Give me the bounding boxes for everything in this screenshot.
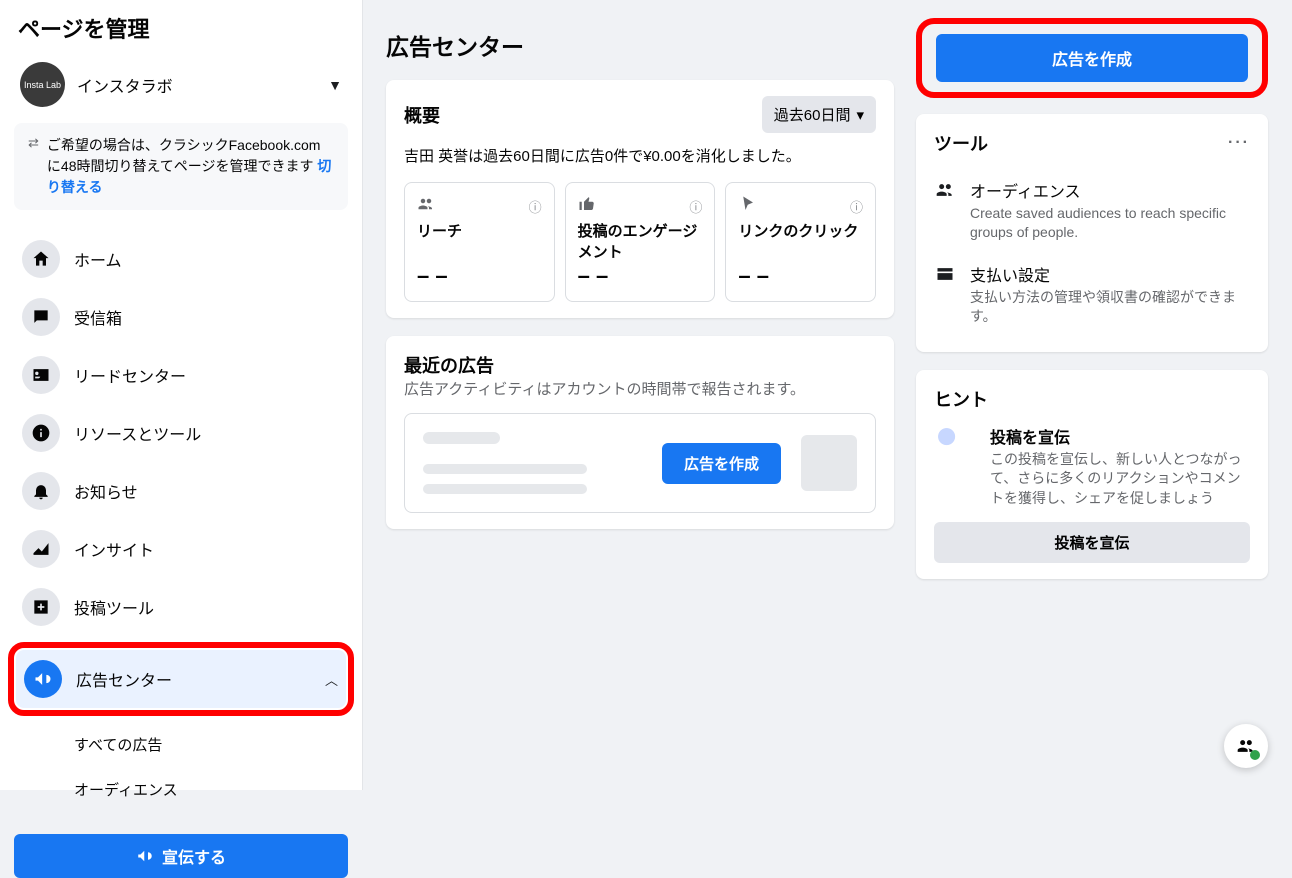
- highlight-ring-create-ad: 広告を作成: [916, 18, 1268, 98]
- sidebar: ページを管理 Insta Lab インスタラボ ▼ ⇄ ご希望の場合は、クラシッ…: [0, 0, 362, 790]
- create-ad-button[interactable]: 広告を作成: [936, 34, 1248, 82]
- promote-button-label: 宣伝する: [162, 844, 226, 868]
- dropdown-caret-icon: ▼: [328, 77, 342, 93]
- adcenter-subnav: すべての広告 オーディエンス: [14, 722, 348, 812]
- metric-label: リンクのクリック: [738, 220, 863, 241]
- sidebar-item-adcenter[interactable]: 広告センター ︿: [16, 650, 346, 708]
- tool-desc: Create saved audiences to reach specific…: [970, 204, 1250, 242]
- sidebar-item-leads[interactable]: リードセンター: [14, 346, 348, 404]
- chevron-down-icon: ▾: [856, 106, 864, 124]
- tools-title: ツール: [934, 130, 988, 156]
- thumbs-up-icon: [578, 195, 596, 218]
- placeholder-line: [423, 464, 587, 474]
- sidebar-item-publishing[interactable]: 投稿ツール: [14, 578, 348, 636]
- metric-label: リーチ: [417, 220, 542, 241]
- sidebar-nav: ホーム 受信箱 リードセンター リソースとツール お知らせ インサイト 投稿ツー…: [14, 230, 348, 722]
- sidebar-item-label: 投稿ツール: [74, 595, 154, 619]
- notice-text: ご希望の場合は、クラシックFacebook.comに48時間切り替えてページを管…: [47, 137, 321, 174]
- sidebar-item-notifications[interactable]: お知らせ: [14, 462, 348, 520]
- tools-card: ツール ··· オーディエンス Create saved audiences t…: [916, 114, 1268, 352]
- sidebar-item-label: インサイト: [74, 537, 154, 561]
- info-icon: [22, 414, 60, 452]
- status-dot: [1250, 750, 1260, 760]
- inbox-icon: [22, 298, 60, 336]
- metric-row: ⓘ リーチ – – ⓘ 投稿のエンゲージメント – – ⓘ: [404, 182, 876, 302]
- bell-icon: [22, 472, 60, 510]
- boost-post-button[interactable]: 投稿を宣伝: [934, 522, 1250, 563]
- sidebar-item-label: 受信箱: [74, 305, 122, 329]
- metric-value: – –: [578, 263, 703, 289]
- main-column: 広告センター 概要 過去60日間 ▾ 吉田 英誉は過去60日間に広告0件で¥0.…: [386, 18, 894, 547]
- info-icon[interactable]: ⓘ: [689, 197, 702, 216]
- sidebar-item-label: 広告センター: [76, 667, 172, 691]
- classic-switch-notice: ⇄ ご希望の場合は、クラシックFacebook.comに48時間切り替えてページ…: [14, 123, 348, 210]
- subnav-all-ads[interactable]: すべての広告: [14, 722, 348, 767]
- id-card-icon: [22, 356, 60, 394]
- sidebar-item-resources[interactable]: リソースとツール: [14, 404, 348, 462]
- info-icon[interactable]: ⓘ: [850, 197, 863, 216]
- date-range-dropdown[interactable]: 過去60日間 ▾: [762, 96, 876, 133]
- chevron-up-icon: ︿: [325, 670, 338, 689]
- credit-card-icon: [934, 262, 956, 326]
- create-ad-button-inline[interactable]: 広告を作成: [662, 443, 781, 484]
- hint-item-desc: この投稿を宣伝し、新しい人とつながって、さらに多くのリアクションやコメントを獲得…: [990, 450, 1250, 509]
- recent-placeholder-row: 広告を作成: [404, 413, 876, 513]
- tool-item-audiences[interactable]: オーディエンス Create saved audiences to reach …: [934, 168, 1250, 252]
- home-icon: [22, 240, 60, 278]
- recent-subtext: 広告アクティビティはアカウントの時間帯で報告されます。: [404, 378, 876, 399]
- placeholder-lines: [423, 432, 642, 494]
- tool-desc: 支払い方法の管理や領収書の確認ができます。: [970, 288, 1250, 326]
- sidebar-item-label: ホーム: [74, 247, 122, 271]
- sidebar-title: ページを管理: [14, 12, 348, 44]
- swap-icon: ⇄: [28, 135, 37, 198]
- hint-item: 投稿を宣伝 この投稿を宣伝し、新しい人とつながって、さらに多くのリアクションやコ…: [934, 424, 1250, 509]
- overview-summary: 吉田 英誉は過去60日間に広告0件で¥0.00を消化しました。: [404, 145, 876, 166]
- main: 広告センター 概要 過去60日間 ▾ 吉田 英誉は過去60日間に広告0件で¥0.…: [362, 0, 1292, 790]
- hint-item-title: 投稿を宣伝: [990, 424, 1250, 448]
- metric-value: – –: [417, 263, 542, 289]
- sidebar-item-label: お知らせ: [74, 479, 138, 503]
- recent-title: 最近の広告: [404, 352, 876, 378]
- metric-value: – –: [738, 263, 863, 289]
- page-name: インスタラボ: [77, 73, 316, 97]
- placeholder-thumbnail: [801, 435, 857, 491]
- placeholder-line: [423, 432, 500, 444]
- page-selector[interactable]: Insta Lab インスタラボ ▼: [14, 58, 348, 111]
- overview-title: 概要: [404, 102, 440, 128]
- megaphone-icon: [24, 660, 62, 698]
- date-range-label: 過去60日間: [774, 104, 851, 125]
- sidebar-item-inbox[interactable]: 受信箱: [14, 288, 348, 346]
- tool-item-payment[interactable]: 支払い設定 支払い方法の管理や領収書の確認ができます。: [934, 252, 1250, 336]
- fab-people[interactable]: [1224, 724, 1268, 768]
- more-options-icon[interactable]: ···: [1228, 134, 1250, 152]
- people-icon: [417, 195, 435, 218]
- chart-icon: [22, 530, 60, 568]
- hint-card: ヒント 投稿を宣伝 この投稿を宣伝し、新しい人とつながって、さらに多くのリアクシ…: [916, 370, 1268, 580]
- sidebar-item-home[interactable]: ホーム: [14, 230, 348, 288]
- placeholder-line: [423, 484, 587, 494]
- metric-engagement[interactable]: ⓘ 投稿のエンゲージメント – –: [565, 182, 716, 302]
- sidebar-item-label: リソースとツール: [74, 421, 201, 445]
- metric-reach[interactable]: ⓘ リーチ – –: [404, 182, 555, 302]
- metric-link-clicks[interactable]: ⓘ リンクのクリック – –: [725, 182, 876, 302]
- promote-button[interactable]: 宣伝する: [14, 834, 348, 878]
- highlight-ring-adcenter: 広告センター ︿: [8, 642, 354, 716]
- right-column: 広告を作成 ツール ··· オーディエンス Create saved audie…: [916, 18, 1268, 597]
- tool-title: 支払い設定: [970, 262, 1250, 286]
- page-avatar: Insta Lab: [20, 62, 65, 107]
- sidebar-item-insights[interactable]: インサイト: [14, 520, 348, 578]
- hint-title: ヒント: [934, 386, 1250, 412]
- tool-title: オーディエンス: [970, 178, 1250, 202]
- sidebar-item-label: リードセンター: [74, 363, 186, 387]
- cursor-icon: [738, 195, 756, 218]
- plus-box-icon: [22, 588, 60, 626]
- megaphone-icon: [136, 847, 154, 865]
- recent-ads-card: 最近の広告 広告アクティビティはアカウントの時間帯で報告されます。 広告を作成: [386, 336, 894, 529]
- hint-thumbnail: [934, 424, 976, 466]
- people-icon: [934, 178, 956, 242]
- metric-label: 投稿のエンゲージメント: [578, 220, 703, 262]
- overview-card: 概要 過去60日間 ▾ 吉田 英誉は過去60日間に広告0件で¥0.00を消化しま…: [386, 80, 894, 318]
- page-title: 広告センター: [386, 28, 894, 62]
- info-icon[interactable]: ⓘ: [529, 197, 542, 216]
